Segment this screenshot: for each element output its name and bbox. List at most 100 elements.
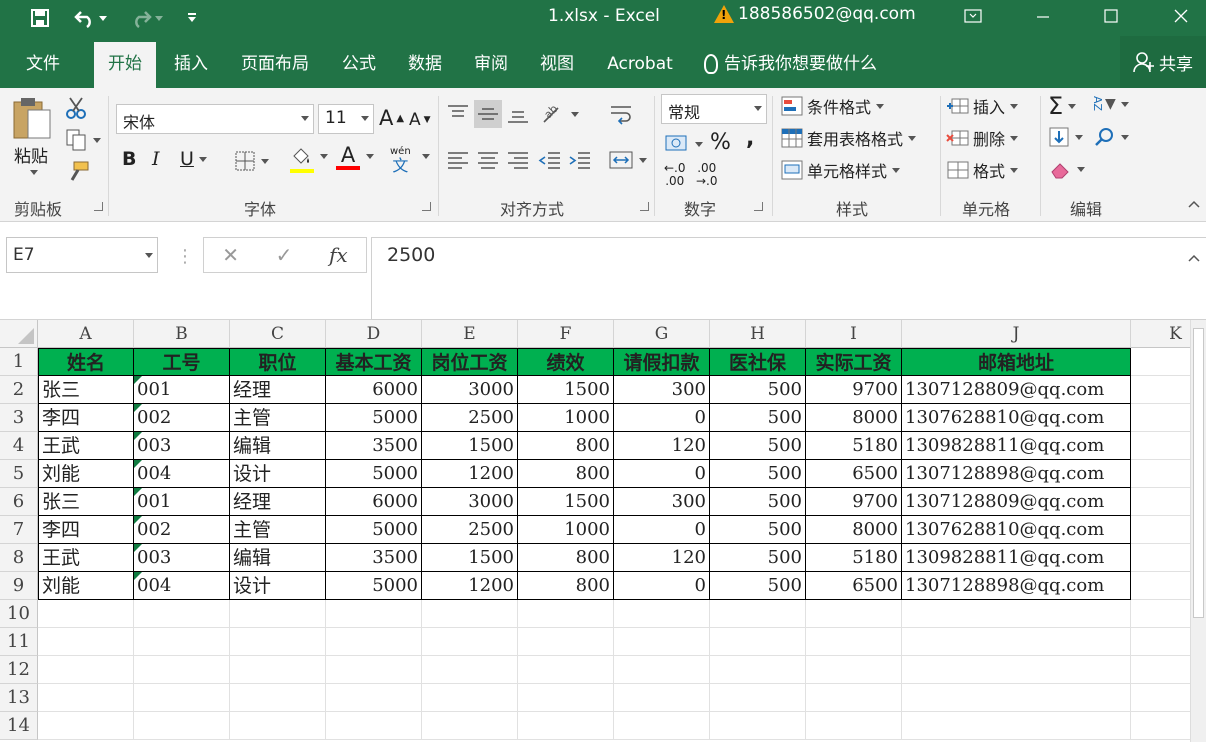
percent-button[interactable]: % — [710, 130, 731, 155]
data-cell[interactable]: 002 — [134, 516, 230, 544]
column-header-j[interactable]: J — [902, 320, 1131, 348]
clipboard-launcher-icon[interactable] — [94, 202, 103, 211]
data-cell[interactable]: 500 — [710, 376, 806, 404]
data-cell[interactable]: 0 — [614, 460, 710, 488]
cell[interactable] — [710, 600, 806, 628]
name-box[interactable]: E7 — [6, 237, 158, 273]
column-header-i[interactable]: I — [806, 320, 902, 348]
cell[interactable] — [422, 712, 518, 740]
cell[interactable] — [710, 712, 806, 740]
row-header-13[interactable]: 13 — [0, 684, 38, 712]
cell[interactable] — [518, 628, 614, 656]
scrollbar-thumb[interactable] — [1193, 328, 1204, 618]
autosum-button[interactable]: Σ — [1048, 92, 1077, 120]
delete-cells-button[interactable]: 删除 — [946, 126, 1019, 150]
cell[interactable] — [1131, 712, 1190, 740]
cell[interactable] — [326, 600, 422, 628]
column-header-g[interactable]: G — [614, 320, 710, 348]
increase-decimal-button[interactable]: ←.0.00 — [664, 162, 686, 188]
data-cell[interactable]: 6000 — [326, 488, 422, 516]
align-right-icon[interactable] — [506, 148, 530, 172]
cell[interactable] — [1131, 572, 1190, 600]
tab-review[interactable]: 审阅 — [460, 42, 522, 88]
insert-cells-button[interactable]: 插入 — [946, 94, 1019, 118]
data-cell[interactable]: 3500 — [326, 432, 422, 460]
cell[interactable] — [710, 684, 806, 712]
cell[interactable] — [902, 656, 1131, 684]
data-cell[interactable]: 8000 — [806, 516, 902, 544]
cell[interactable] — [1131, 460, 1190, 488]
data-cell[interactable]: 刘能 — [38, 572, 134, 600]
cell[interactable] — [326, 628, 422, 656]
cell[interactable] — [1131, 544, 1190, 572]
enter-icon[interactable]: ✓ — [276, 243, 293, 267]
cell[interactable] — [1131, 684, 1190, 712]
row-header-5[interactable]: 5 — [0, 460, 38, 488]
data-cell[interactable]: 120 — [614, 544, 710, 572]
paste-button[interactable]: 粘贴 — [10, 94, 54, 175]
cell[interactable] — [134, 712, 230, 740]
data-cell[interactable]: 5000 — [326, 404, 422, 432]
font-launcher-icon[interactable] — [422, 202, 431, 211]
column-header-e[interactable]: E — [422, 320, 518, 348]
copy-icon[interactable] — [64, 128, 101, 152]
header-cell[interactable]: 姓名 — [38, 348, 134, 376]
vertical-scrollbar[interactable] — [1190, 320, 1206, 742]
row-header-7[interactable]: 7 — [0, 516, 38, 544]
cell[interactable] — [326, 712, 422, 740]
cell[interactable] — [38, 684, 134, 712]
cell[interactable] — [806, 684, 902, 712]
cell[interactable] — [806, 628, 902, 656]
collapse-ribbon-icon[interactable] — [1188, 200, 1200, 208]
row-header-10[interactable]: 10 — [0, 600, 38, 628]
cell[interactable] — [230, 656, 326, 684]
tab-formulas[interactable]: 公式 — [328, 42, 390, 88]
data-cell[interactable]: 李四 — [38, 404, 134, 432]
tab-view[interactable]: 视图 — [526, 42, 588, 88]
data-cell[interactable]: 2500 — [422, 404, 518, 432]
data-cell[interactable]: 800 — [518, 432, 614, 460]
cell[interactable] — [38, 600, 134, 628]
font-color-caret[interactable] — [364, 154, 374, 159]
undo-icon[interactable] — [70, 0, 110, 36]
data-cell[interactable]: 5000 — [326, 572, 422, 600]
cell[interactable] — [38, 712, 134, 740]
data-cell[interactable]: 5000 — [326, 516, 422, 544]
data-cell[interactable]: 800 — [518, 460, 614, 488]
tab-insert[interactable]: 插入 — [160, 42, 222, 88]
shrink-font-icon[interactable]: A ▼ — [409, 110, 431, 130]
row-header-3[interactable]: 3 — [0, 404, 38, 432]
data-cell[interactable]: 003 — [134, 432, 230, 460]
cut-icon[interactable] — [64, 96, 88, 120]
data-cell[interactable]: 800 — [518, 572, 614, 600]
data-cell[interactable]: 004 — [134, 572, 230, 600]
data-cell[interactable]: 1500 — [518, 488, 614, 516]
cell[interactable] — [1131, 656, 1190, 684]
tab-data[interactable]: 数据 — [394, 42, 456, 88]
cell[interactable] — [422, 656, 518, 684]
data-cell[interactable]: 1307128898@qq.com — [902, 572, 1131, 600]
align-center-icon[interactable] — [476, 148, 500, 172]
increase-indent-icon[interactable] — [568, 148, 592, 172]
data-cell[interactable]: 张三 — [38, 488, 134, 516]
data-cell[interactable]: 李四 — [38, 516, 134, 544]
data-cell[interactable]: 王武 — [38, 432, 134, 460]
data-cell[interactable]: 设计 — [230, 572, 326, 600]
cell[interactable] — [902, 600, 1131, 628]
cell[interactable] — [1131, 376, 1190, 404]
cell[interactable] — [1131, 600, 1190, 628]
data-cell[interactable]: 500 — [710, 488, 806, 516]
decrease-decimal-button[interactable]: .00 →.0 — [696, 162, 718, 188]
column-header-a[interactable]: A — [38, 320, 134, 348]
borders-icon[interactable] — [234, 150, 269, 172]
data-cell[interactable]: 001 — [134, 488, 230, 516]
minimize-icon[interactable] — [1020, 0, 1066, 32]
maximize-icon[interactable] — [1088, 0, 1134, 32]
data-cell[interactable]: 500 — [710, 460, 806, 488]
row-header-12[interactable]: 12 — [0, 656, 38, 684]
merge-center-icon[interactable] — [608, 148, 647, 172]
header-cell[interactable]: 职位 — [230, 348, 326, 376]
align-middle-icon[interactable] — [474, 100, 502, 128]
cell[interactable] — [134, 628, 230, 656]
column-header-d[interactable]: D — [326, 320, 422, 348]
